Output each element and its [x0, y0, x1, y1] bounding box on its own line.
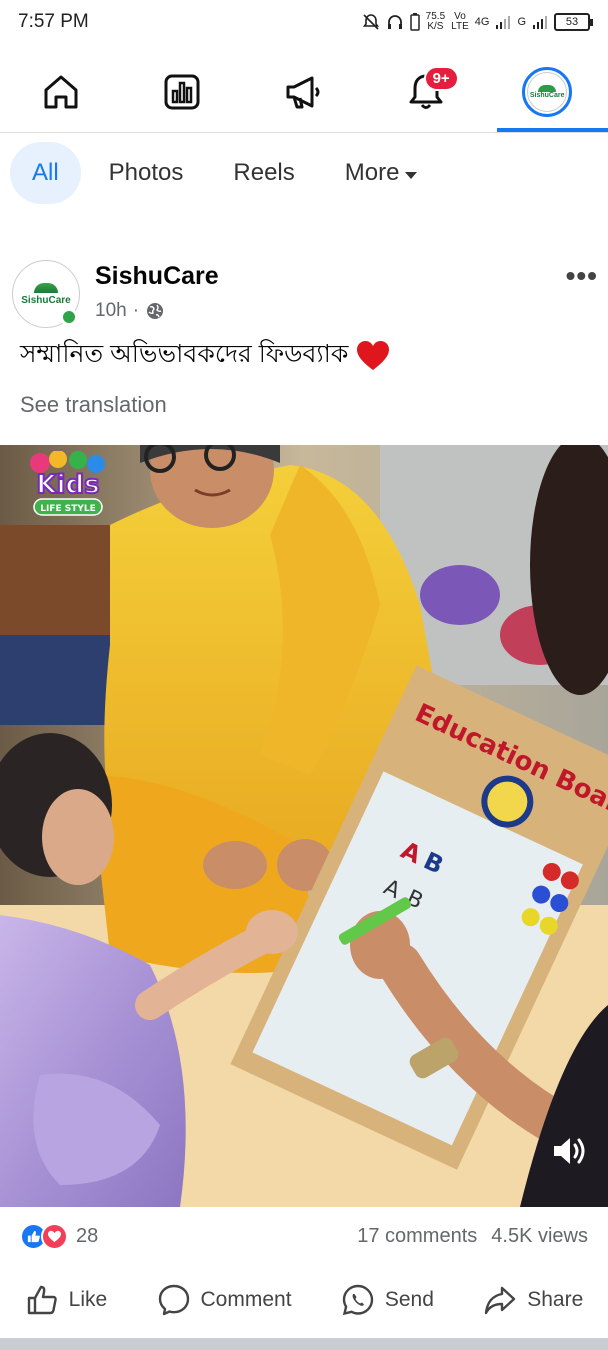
- battery-saver-icon: [409, 13, 420, 31]
- online-indicator: [60, 308, 78, 326]
- profile-logo: SishuCare: [527, 72, 568, 112]
- signal-icon: [496, 16, 511, 29]
- volume-icon[interactable]: [552, 1135, 588, 1167]
- post-separator: [0, 1338, 608, 1350]
- tab-all[interactable]: All: [10, 142, 81, 204]
- nav-divider: [0, 132, 608, 133]
- kids-logo-subtext: LIFE STYLE: [40, 504, 96, 514]
- status-icons: 75.5 K/S Vo LTE 4G G 53: [362, 11, 593, 32]
- nav-dashboard[interactable]: [142, 52, 222, 132]
- mute-icon: [362, 14, 379, 30]
- volte-indicator: Vo LTE: [451, 11, 469, 32]
- post-actions: Like Comment Send Share: [0, 1272, 608, 1328]
- thumbs-up-icon: [27, 1285, 57, 1315]
- globe-icon: [147, 303, 164, 319]
- status-bar: 7:57 PM 75.5 K/S Vo LTE 4G G 53: [0, 0, 608, 44]
- comments-count[interactable]: 17 comments: [357, 1225, 477, 1248]
- post-time[interactable]: 10h: [95, 300, 127, 322]
- comment-icon: [158, 1284, 189, 1316]
- reactions-summary[interactable]: 28 17 comments 4.5K views: [0, 1216, 608, 1256]
- views-count: 4.5K views: [491, 1224, 588, 1247]
- nav-notifications[interactable]: 9+: [386, 52, 466, 132]
- battery-icon: 53: [554, 13, 593, 31]
- network-4g: 4G: [474, 16, 490, 28]
- megaphone-icon: [286, 76, 320, 109]
- tab-more[interactable]: More: [323, 142, 440, 204]
- filter-tabs: All Photos Reels More: [10, 142, 439, 204]
- home-icon: [44, 75, 78, 109]
- post-text: সম্মানিত অভিভাবকদের ফিডব্যাক: [20, 334, 390, 377]
- profile-avatar: SishuCare: [522, 67, 573, 117]
- dashboard-icon: [164, 74, 200, 110]
- top-nav: 9+ SishuCare: [0, 52, 608, 132]
- kids-life-style-logo: Kids LIFE STYLE: [30, 451, 105, 516]
- video-frame: Education Board A B A B: [0, 445, 608, 1207]
- share-icon: [485, 1286, 516, 1315]
- like-button[interactable]: Like: [25, 1283, 107, 1317]
- caret-down-icon: [405, 171, 418, 179]
- logo-roof: [34, 282, 58, 293]
- reaction-icons: [20, 1222, 68, 1250]
- post-header: SishuCare SishuCare 10h · •••: [0, 250, 608, 330]
- post-stats: 17 comments 4.5K views: [357, 1225, 588, 1248]
- post-caption: সম্মানিত অভিভাবকদের ফিডব্যাক: [20, 340, 349, 368]
- whatsapp-icon: [342, 1284, 374, 1316]
- network-g: G: [517, 16, 526, 28]
- post-meta: 10h ·: [95, 300, 165, 322]
- send-button[interactable]: Send: [341, 1283, 434, 1317]
- see-translation-link[interactable]: See translation: [20, 392, 167, 418]
- nav-ads[interactable]: [264, 52, 344, 132]
- tab-reels[interactable]: Reels: [211, 142, 316, 204]
- love-reaction-icon: [41, 1222, 68, 1250]
- page-name[interactable]: SishuCare: [95, 262, 219, 291]
- comment-button[interactable]: Comment: [157, 1283, 292, 1317]
- status-time: 7:57 PM: [18, 11, 89, 32]
- post-video[interactable]: Education Board A B A B Kids LIFE STYLE: [0, 445, 608, 1207]
- kids-logo-text: Kids: [36, 470, 99, 500]
- signal-icon-2: [533, 16, 547, 29]
- tab-photos[interactable]: Photos: [87, 142, 206, 204]
- share-button[interactable]: Share: [483, 1283, 583, 1317]
- post-options-icon[interactable]: •••: [566, 260, 598, 292]
- red-heart-icon: [357, 340, 390, 370]
- nav-profile[interactable]: SishuCare: [507, 52, 587, 132]
- reaction-count: 28: [76, 1224, 99, 1247]
- network-speed: 75.5 K/S: [425, 11, 446, 32]
- notification-badge: 9+: [423, 66, 459, 91]
- meta-separator: ·: [132, 300, 140, 321]
- headphones-icon: [387, 15, 402, 29]
- nav-home[interactable]: [21, 52, 101, 132]
